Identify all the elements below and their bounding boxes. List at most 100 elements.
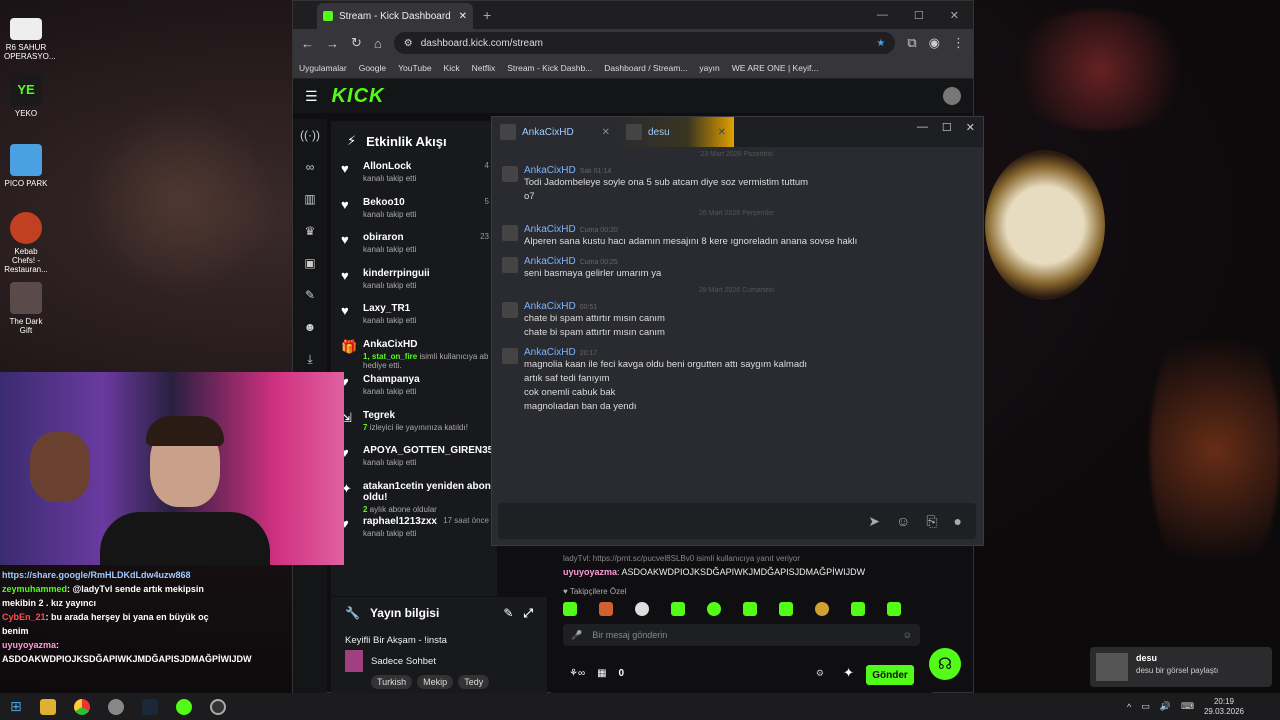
bookmark-google[interactable]: Google — [359, 63, 386, 73]
obs-studio-icon[interactable] — [209, 698, 226, 715]
bookmark-netflix[interactable]: Netflix — [472, 63, 496, 73]
activity-item[interactable]: ♥ Champanya kanalı takip etti — [331, 374, 497, 410]
close-icon[interactable]: ✕ — [966, 121, 975, 134]
message-author[interactable]: AnkaCixHD — [524, 347, 576, 358]
emote-icon[interactable] — [671, 602, 685, 616]
close-tab-icon[interactable]: ✕ — [718, 127, 726, 138]
chrome-icon[interactable] — [73, 698, 90, 715]
mic-icon[interactable]: ● — [954, 513, 962, 529]
bookmark-we-are-one[interactable]: WE ARE ONE | Keyif... — [732, 63, 819, 73]
hamburger-icon[interactable]: ☰ — [305, 88, 318, 105]
edit-icon[interactable]: ✎ — [503, 606, 513, 620]
media-nav-icon[interactable]: ▣ — [293, 247, 327, 279]
extensions-icon[interactable]: ⧉ — [907, 35, 916, 51]
message-author[interactable]: AnkaCixHD — [524, 224, 576, 235]
site-info-icon[interactable]: ⚙ — [404, 38, 413, 49]
emote-icon[interactable] — [563, 602, 577, 616]
bookmark-apps[interactable]: Uygulamalar — [299, 63, 347, 73]
activity-item[interactable]: ♥ Laxy_TR1 kanalı takip etti — [331, 303, 497, 339]
bookmark-yayin[interactable]: yayın — [699, 63, 719, 73]
volume-icon[interactable]: 🔊 — [1160, 701, 1171, 712]
followers-icon[interactable]: ⚘∞ — [569, 668, 585, 679]
maximize-icon[interactable]: ☐ — [914, 9, 924, 22]
mic-icon[interactable]: 🎤 — [571, 630, 582, 641]
language-icon[interactable]: ⌨ — [1181, 701, 1194, 712]
activity-item[interactable]: ♥ raphael1213zxx kanalı takip etti 17 sa… — [331, 516, 497, 552]
send-button[interactable]: Gönder — [866, 665, 914, 685]
reload-icon[interactable]: ↻ — [351, 35, 362, 51]
kick-logo[interactable]: KICK — [332, 85, 385, 108]
activity-item[interactable]: ♥ APOYA_GOTTEN_GIREN35 kanalı takip etti — [331, 445, 497, 481]
emoji-icon[interactable]: ☺ — [896, 513, 910, 529]
bookmark-stream[interactable]: Stream - Kick Dashb... — [507, 63, 592, 73]
close-tab-icon[interactable]: ✕ — [459, 11, 467, 22]
desktop-icon-r6[interactable]: R6 SAHUR OPERASYO... — [4, 18, 56, 61]
shop-icon[interactable]: ▦ — [597, 668, 606, 679]
user-avatar[interactable] — [943, 87, 961, 105]
send-icon[interactable]: ➤ — [868, 513, 880, 530]
new-tab-icon[interactable]: + — [483, 7, 491, 23]
link-nav-icon[interactable]: ∞ — [293, 151, 327, 183]
trophy-nav-icon[interactable]: ♛ — [293, 215, 327, 247]
emote-icon[interactable] — [887, 602, 901, 616]
attach-icon[interactable]: ⎘ — [926, 513, 937, 530]
minimize-icon[interactable]: — — [877, 9, 888, 22]
desktop-icon-dark-gift[interactable]: The Dark Gift — [4, 282, 48, 335]
notification-toast[interactable]: desu desu bir görsel paylaştı — [1090, 647, 1272, 687]
dm-tab-desu[interactable]: desu ✕ — [618, 117, 734, 147]
bookmark-kick[interactable]: Kick — [444, 63, 460, 73]
message-composer[interactable]: ➤ ☺ ⎘ ● — [498, 503, 976, 539]
close-icon[interactable]: ✕ — [950, 9, 959, 22]
emoji-icon[interactable]: ☺ — [903, 630, 912, 640]
bookmark-dashboard[interactable]: Dashboard / Stream... — [604, 63, 687, 73]
bookmark-youtube[interactable]: YouTube — [398, 63, 431, 73]
menu-icon[interactable]: ⋮ — [952, 35, 965, 51]
message-author[interactable]: AnkaCixHD — [524, 256, 576, 267]
emote-icon[interactable] — [635, 602, 649, 616]
back-icon[interactable]: ← — [301, 36, 314, 51]
activity-item[interactable]: ✦ atakan1cetin yeniden abone oldu! 2 ayl… — [331, 481, 497, 517]
activity-item[interactable]: ♥ Bekoo10 kanalı takip etti 5 — [331, 197, 497, 233]
message-author[interactable]: AnkaCixHD — [524, 301, 576, 312]
network-icon[interactable]: ▭ — [1141, 701, 1150, 712]
activity-item[interactable]: ⇲ Tegrek 7 izleyici ile yayınınıza katıl… — [331, 410, 497, 446]
emote-icon[interactable] — [851, 602, 865, 616]
profile-icon[interactable]: ◉ — [929, 35, 940, 51]
dm-tab-ankacixhd[interactable]: AnkaCixHD ✕ — [492, 117, 618, 147]
tray-chevron-icon[interactable]: ^ — [1127, 702, 1131, 712]
emote-icon[interactable] — [599, 602, 613, 616]
emote-icon[interactable] — [779, 602, 793, 616]
forward-icon[interactable]: → — [326, 36, 339, 51]
activity-item[interactable]: 🎁 AnkaCixHD 1, stat_on_fire isimli kulla… — [331, 339, 497, 375]
bookmark-star-icon[interactable]: ★ — [876, 38, 885, 49]
activity-item[interactable]: ♥ obiraron kanalı takip etti 23 — [331, 232, 497, 268]
chat-input[interactable]: 🎤 Bir mesaj gönderin ☺ — [563, 624, 920, 646]
desktop-icon-pico-park[interactable]: PICO PARK — [4, 144, 48, 188]
analytics-nav-icon[interactable]: ▥ — [293, 183, 327, 215]
close-tab-icon[interactable]: ✕ — [602, 127, 610, 138]
activity-item[interactable]: ♥ kinderrpinguii kanalı takip etti — [331, 268, 497, 304]
desktop-icon-kebab-chefs[interactable]: Kebab Chefs! - Restauran... — [4, 212, 48, 274]
url-field[interactable]: ⚙ dashboard.kick.com/stream ★ — [393, 32, 896, 54]
emote-icon[interactable] — [707, 602, 721, 616]
users-nav-icon[interactable]: ☻ — [293, 311, 327, 343]
activity-item[interactable]: ♥ AllonLock kanalı takip etti 4 — [331, 161, 497, 197]
obs-icon[interactable] — [107, 698, 124, 715]
browser-tab[interactable]: Stream - Kick Dashboard ✕ — [317, 3, 473, 29]
steam-icon[interactable] — [141, 698, 158, 715]
desktop-icon-yeko[interactable]: YE YEKO — [4, 74, 48, 118]
file-explorer-icon[interactable] — [39, 698, 56, 715]
minimize-icon[interactable]: — — [917, 121, 928, 134]
maximize-icon[interactable]: ☐ — [942, 121, 952, 134]
tools-nav-icon[interactable]: ✎ — [293, 279, 327, 311]
message-author[interactable]: AnkaCixHD — [524, 165, 576, 176]
help-headset-icon[interactable]: ☊ — [929, 648, 961, 680]
emote-icon[interactable] — [815, 602, 829, 616]
clock[interactable]: 20:19 29.03.2026 — [1204, 697, 1244, 717]
windows-start-icon[interactable]: ⊞ — [10, 698, 22, 715]
stream-nav-icon[interactable]: ((·)) — [293, 119, 327, 151]
download-nav-icon[interactable]: ⤓ — [293, 343, 327, 375]
emote-icon[interactable] — [743, 602, 757, 616]
home-icon[interactable]: ⌂ — [374, 36, 382, 51]
xbox-icon[interactable] — [175, 698, 192, 715]
